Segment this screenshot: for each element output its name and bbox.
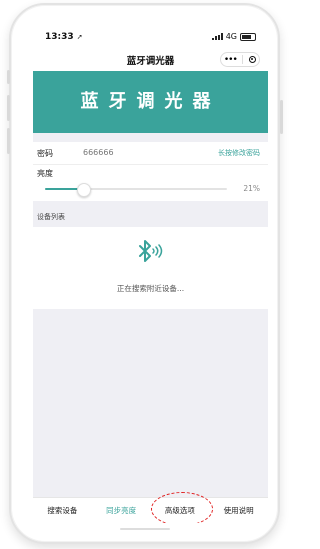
brightness-slider-thumb[interactable] [77,183,92,197]
battery-icon [240,32,256,41]
status-bar: 13:33 ➚ 4G [33,27,268,49]
tab-label: 高级选项 [164,506,195,515]
device-list: 正在搜索附近设备... [33,227,268,309]
status-time: 13:33 ➚ [45,32,83,42]
tab-instructions[interactable]: 使用说明 [209,498,268,523]
signal-icon [211,33,223,40]
bluetooth-icon [139,240,163,262]
more-icon[interactable]: ••• [224,55,238,65]
brightness-label: 亮度 [37,169,53,178]
nav-bar: 蓝牙调光器 ••• [33,49,268,71]
searching-status: 正在搜索附近设备... [116,284,185,293]
tab-advanced-options[interactable]: 高级选项 [150,492,213,523]
tab-bar: 搜索设备 同步亮度 高级选项 使用说明 [33,492,268,523]
tab-sync-brightness[interactable]: 同步亮度 [92,498,151,523]
brightness-value: 21% [243,184,260,193]
mute-switch [7,70,10,84]
app-screen: 13:33 ➚ 4G 蓝牙调光器 ••• 蓝牙调光器 密码 666666 长按修… [33,27,268,523]
device-list-title: 设备列表 [37,213,65,221]
password-value: 666666 [83,148,114,157]
tab-label: 使用说明 [223,506,254,515]
volume-down-button [7,128,10,154]
miniprogram-capsule[interactable]: ••• [220,52,260,67]
network-type: 4G [225,32,237,41]
home-indicator [120,528,170,530]
location-arrow-icon: ➚ [76,33,83,41]
tab-search-devices[interactable]: 搜索设备 [33,498,92,523]
brightness-slider[interactable] [45,183,227,197]
tab-label: 搜索设备 [47,506,78,515]
brightness-row: 亮度 21% [33,165,268,201]
status-indicators: 4G [211,32,256,41]
volume-up-button [7,95,10,121]
tab-label: 同步亮度 [106,506,137,515]
power-button [280,100,283,134]
password-row[interactable]: 密码 666666 长按修改密码 [33,142,268,165]
change-password-link[interactable]: 长按修改密码 [218,148,260,158]
banner-title: 蓝牙调光器 [33,71,268,133]
password-label: 密码 [37,149,53,158]
close-miniprogram-icon[interactable] [249,56,257,63]
capsule-divider [242,55,244,64]
